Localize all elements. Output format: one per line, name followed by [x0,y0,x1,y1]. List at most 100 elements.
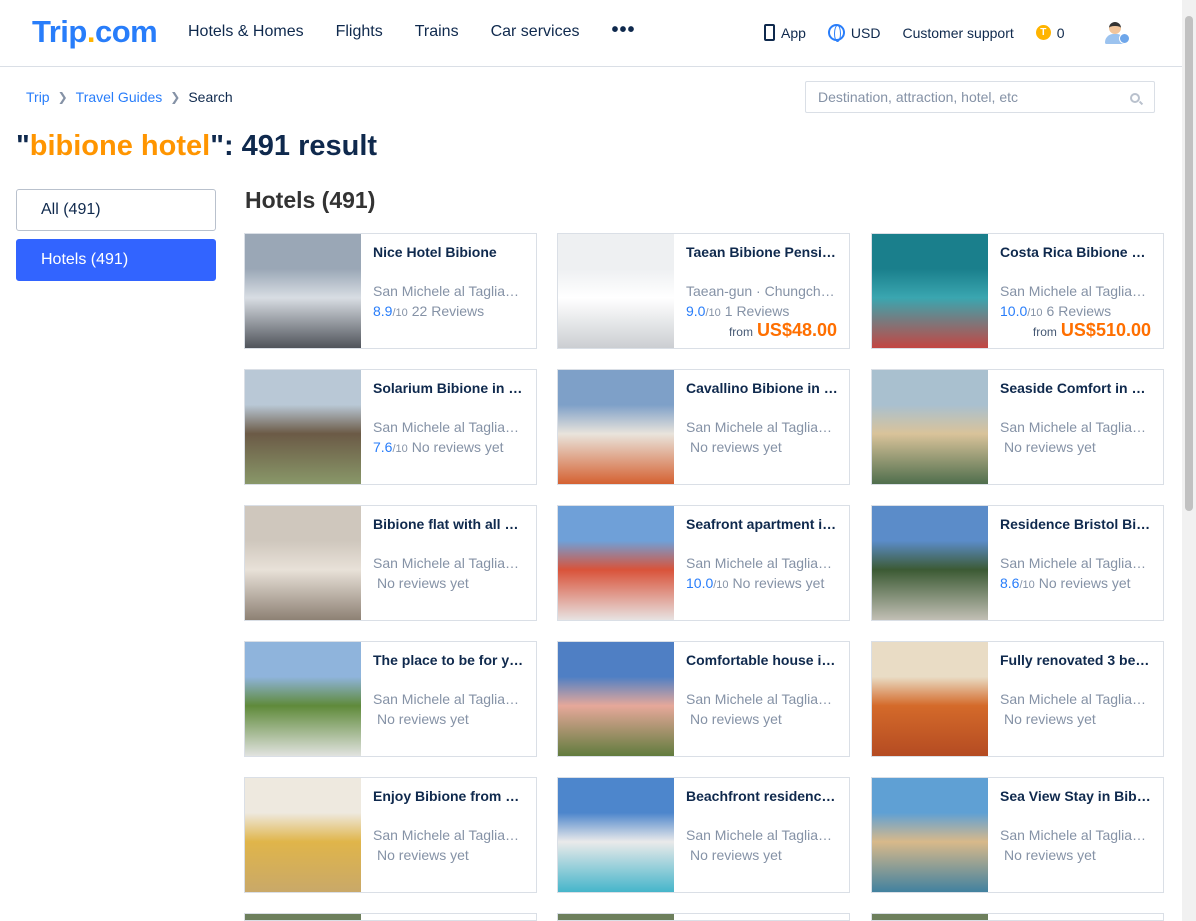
hotel-photo[interactable] [872,234,988,348]
hotel-rating: 7.6/10 No reviews yet [373,439,504,455]
trip-coins[interactable]: T 0 [1035,24,1065,41]
main-nav: Hotels & Homes Flights Trains Car servic… [188,19,636,42]
page-scrollbar[interactable] [1182,0,1196,921]
hotel-card[interactable]: Seaside Comfort in Bibione San Michele al… [871,369,1164,485]
hotel-price: from US$510.00 [1032,320,1151,340]
hotel-photo[interactable] [245,642,361,756]
breadcrumb: Trip ❯ Travel Guides ❯ Search [26,89,233,105]
review-count: 6 Reviews [1046,303,1112,319]
hotel-name[interactable]: Comfortable house in Bibione [686,652,838,668]
hotel-card-partial[interactable] [244,913,537,921]
review-count: No reviews yet [377,847,469,863]
hotel-card-partial[interactable] [871,913,1164,921]
hotel-name[interactable]: Taean Bibione Pension [686,244,838,260]
hotel-photo[interactable] [872,370,988,484]
breadcrumb-trip[interactable]: Trip [26,89,50,105]
hotel-photo[interactable] [245,234,361,348]
review-count: No reviews yet [690,439,782,455]
hotel-location: San Michele al Tagliamento [686,827,838,843]
hotel-rating: 10.0/10 6 Reviews [1000,303,1111,319]
rating-scale: /10 [392,307,408,319]
hotel-location: San Michele al Tagliamento [1000,419,1152,435]
hotel-rating: No reviews yet [373,711,469,727]
more-menu-icon[interactable]: ••• [611,19,635,42]
breadcrumb-travel-guides[interactable]: Travel Guides [76,89,163,105]
review-count: 1 Reviews [724,303,790,319]
hotel-card[interactable]: The place to be for your holiday San Mich… [244,641,537,757]
hotel-photo[interactable] [558,506,674,620]
hotel-card[interactable]: Enjoy Bibione from your flat San Michele … [244,777,537,893]
hotel-name[interactable]: Beachfront residence Bibione [686,788,838,804]
hotel-card[interactable]: Costa Rica Bibione Hotel San Michele al T… [871,233,1164,349]
breadcrumb-current: Search [188,89,233,105]
hotel-card[interactable]: Nice Hotel Bibione San Michele al Tagliam… [244,233,537,349]
user-avatar-icon[interactable] [1103,21,1130,47]
search-input[interactable] [818,82,1118,112]
hotel-name[interactable]: Nice Hotel Bibione [373,244,525,260]
hotel-card-partial[interactable] [557,913,850,921]
hotel-card[interactable]: Taean Bibione Pension Taean-gun · Chungch… [557,233,850,349]
filter-all[interactable]: All (491) [16,189,216,231]
hotel-location: San Michele al Tagliamento [373,555,525,571]
hotel-rating: 8.9/10 22 Reviews [373,303,484,319]
nav-car-services[interactable]: Car services [491,23,580,42]
hotel-photo[interactable] [558,234,674,348]
trip-logo[interactable]: Trip.com [32,14,158,50]
hotel-photo[interactable] [872,506,988,620]
hotel-location: San Michele al Tagliamento [373,419,525,435]
customer-support-link[interactable]: Customer support [902,25,1013,41]
hotel-rating: No reviews yet [373,575,469,591]
scrollbar-thumb[interactable] [1185,16,1193,511]
nav-hotels-homes[interactable]: Hotels & Homes [188,23,304,42]
coin-count: 0 [1056,24,1065,41]
hotel-photo[interactable] [872,778,988,892]
hotel-name[interactable]: Seaside Comfort in Bibione [1000,380,1152,396]
hotel-photo[interactable] [872,642,988,756]
hotel-photo[interactable] [558,370,674,484]
hotel-name[interactable]: Costa Rica Bibione Hotel [1000,244,1152,260]
hotel-rating: No reviews yet [1000,439,1096,455]
hotel-card[interactable]: Bibione flat with all comforts San Michel… [244,505,537,621]
hotel-name[interactable]: Enjoy Bibione from your flat [373,788,525,804]
hotel-card[interactable]: Cavallino Bibione in Centro San Michele a… [557,369,850,485]
review-count: No reviews yet [377,575,469,591]
hotel-price: from US$48.00 [728,320,837,340]
rating-scale: /10 [1019,579,1035,591]
rating-scale: /10 [713,579,729,591]
search-icon[interactable] [1130,93,1140,103]
nav-trains[interactable]: Trains [415,23,459,42]
hotel-name[interactable]: The place to be for your holiday [373,652,525,668]
hotel-photo[interactable] [245,778,361,892]
hotel-photo[interactable] [558,642,674,756]
review-count: 22 Reviews [411,303,485,319]
hotel-card[interactable]: Fully renovated 3 bedroom flat San Michel… [871,641,1164,757]
hotel-name[interactable]: Bibione flat with all comforts [373,516,525,532]
page-title: "bibione hotel": 491 result [16,130,378,162]
header-right: App USD Customer support T 0 [764,24,1087,42]
hotel-name[interactable]: Residence Bristol Bibione [1000,516,1152,532]
hotel-photo[interactable] [245,370,361,484]
hotel-card[interactable]: Solarium Bibione in Pineta San Michele al… [244,369,537,485]
hotel-name[interactable]: Seafront apartment in Bibione [686,516,838,532]
app-label: App [781,24,806,41]
hotel-card[interactable]: Residence Bristol Bibione San Michele al … [871,505,1164,621]
globe-icon [827,24,845,42]
hotel-card[interactable]: Sea View Stay in Bibione San Michele al T… [871,777,1164,893]
hotel-name[interactable]: Cavallino Bibione in Centro [686,380,838,396]
hotel-photo[interactable] [245,506,361,620]
app-download-link[interactable]: App [764,24,806,41]
filter-hotels[interactable]: Hotels (491) [16,239,216,281]
nav-flights[interactable]: Flights [336,23,383,42]
hotel-card[interactable]: Comfortable house in Bibione San Michele … [557,641,850,757]
hotel-photo[interactable] [558,778,674,892]
currency-selector[interactable]: USD [827,24,880,42]
hotel-location: San Michele al Tagliamento [686,419,838,435]
hotel-card[interactable]: Seafront apartment in Bibione San Michele… [557,505,850,621]
hotel-name[interactable]: Sea View Stay in Bibione [1000,788,1152,804]
hotel-card[interactable]: Beachfront residence Bibione San Michele … [557,777,850,893]
chevron-right-icon: ❯ [170,90,181,104]
hotel-rating: No reviews yet [686,847,782,863]
hotel-rating: 8.6/10 No reviews yet [1000,575,1131,591]
hotel-name[interactable]: Fully renovated 3 bedroom flat [1000,652,1152,668]
hotel-name[interactable]: Solarium Bibione in Pineta [373,380,525,396]
